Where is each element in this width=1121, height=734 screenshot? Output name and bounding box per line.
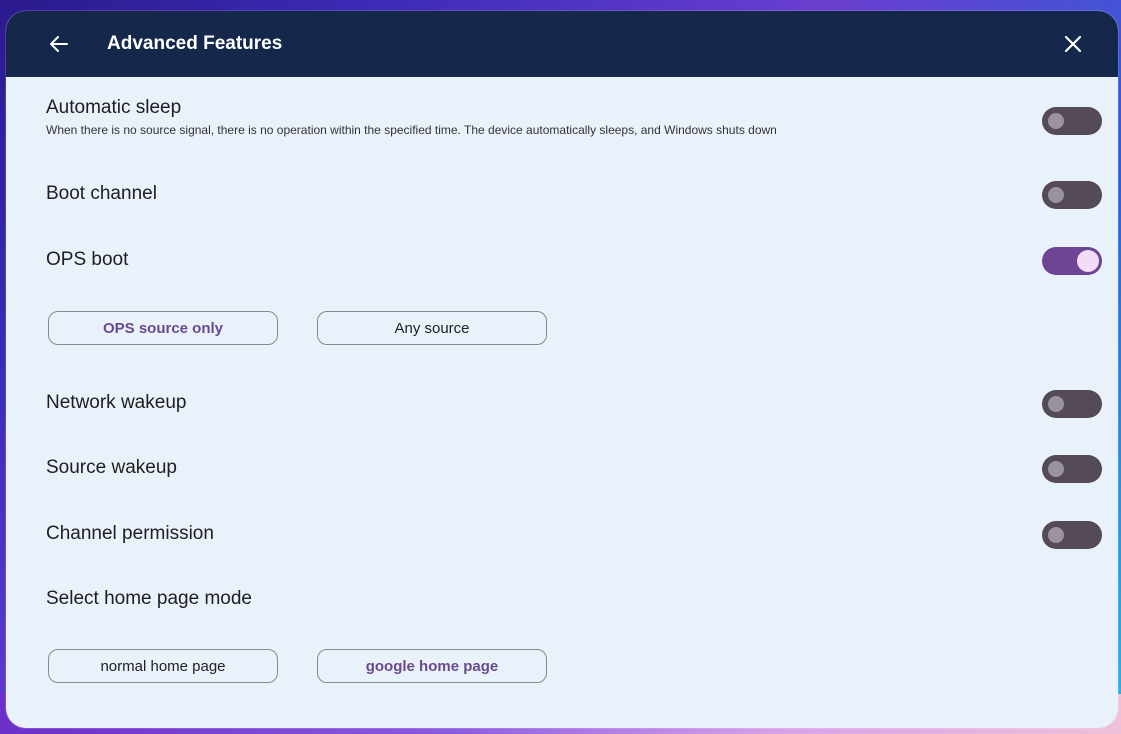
channel-permission-toggle[interactable] <box>1042 521 1102 549</box>
any-source-button[interactable]: Any source <box>317 311 547 345</box>
close-icon <box>1065 36 1081 52</box>
setting-row-boot-channel: Boot channel <box>46 181 1102 209</box>
setting-description: When there is no source signal, there is… <box>46 123 777 137</box>
toggle-knob <box>1048 527 1064 543</box>
setting-label: Network wakeup <box>46 392 187 413</box>
setting-row-automatic-sleep: Automatic sleep When there is no source … <box>46 97 1102 137</box>
google-home-page-button[interactable]: google home page <box>317 649 547 683</box>
boot-channel-toggle[interactable] <box>1042 181 1102 209</box>
setting-label: Automatic sleep <box>46 97 182 118</box>
setting-row-source-wakeup: Source wakeup <box>46 455 1102 483</box>
network-wakeup-toggle[interactable] <box>1042 390 1102 418</box>
setting-label: OPS boot <box>46 249 129 270</box>
ops-boot-toggle[interactable] <box>1042 247 1102 275</box>
panel-header: Advanced Features <box>6 11 1118 77</box>
toggle-knob <box>1048 461 1064 477</box>
toggle-knob <box>1077 250 1099 272</box>
setting-label: Channel permission <box>46 523 214 544</box>
toggle-knob <box>1048 113 1064 129</box>
automatic-sleep-toggle[interactable] <box>1042 107 1102 135</box>
setting-row-ops-boot: OPS boot <box>46 247 1102 275</box>
source-wakeup-toggle[interactable] <box>1042 455 1102 483</box>
ops-source-only-button[interactable]: OPS source only <box>48 311 278 345</box>
toggle-knob <box>1048 396 1064 412</box>
close-button[interactable] <box>1060 31 1086 57</box>
advanced-features-panel: Advanced Features Automatic sleep When t… <box>6 11 1118 728</box>
arrow-left-icon <box>50 36 68 52</box>
setting-row-home-page-mode: Select home page mode <box>46 588 1102 610</box>
normal-home-page-button[interactable]: normal home page <box>48 649 278 683</box>
setting-label: Source wakeup <box>46 457 177 478</box>
back-button[interactable] <box>46 31 72 57</box>
setting-row-network-wakeup: Network wakeup <box>46 390 1102 418</box>
page-title: Advanced Features <box>107 33 283 54</box>
toggle-knob <box>1048 187 1064 203</box>
setting-label: Boot channel <box>46 183 157 204</box>
setting-label: Select home page mode <box>46 588 252 609</box>
setting-row-channel-permission: Channel permission <box>46 521 1102 549</box>
